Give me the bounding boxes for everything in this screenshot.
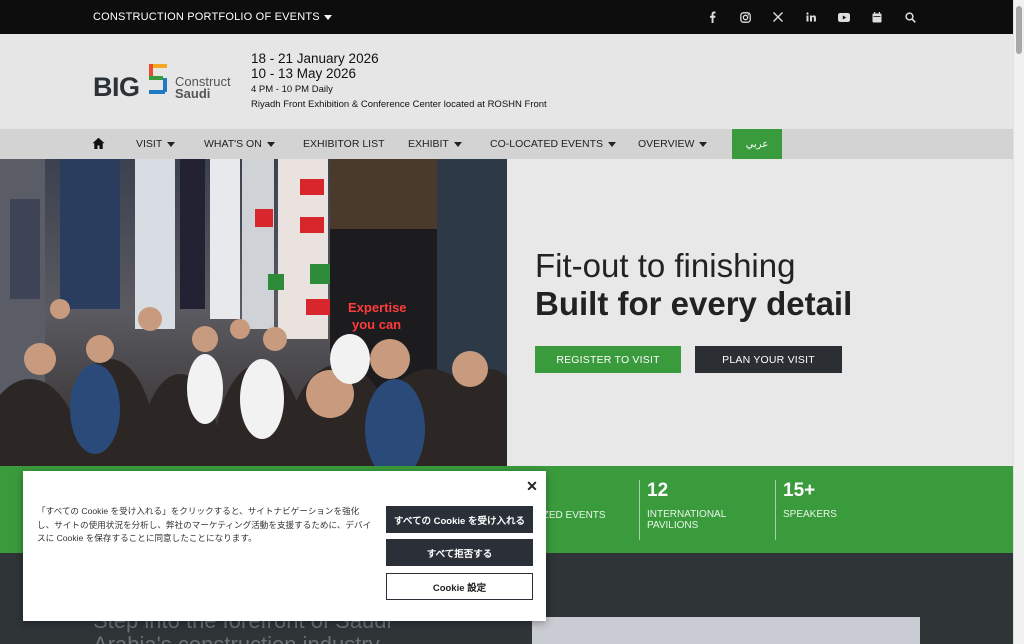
stat-label: IZED EVENTS bbox=[540, 510, 606, 521]
top-bar: CONSTRUCTION PORTFOLIO OF EVENTS bbox=[0, 0, 1013, 34]
cookie-consent-text: 「すべての Cookie を受け入れる」をクリックすると、サイトナビゲーションを… bbox=[37, 506, 372, 543]
caret-down-icon bbox=[699, 141, 708, 147]
plan-your-visit-button[interactable]: PLAN YOUR VISIT bbox=[695, 346, 842, 373]
close-icon[interactable]: ✕ bbox=[526, 478, 538, 494]
social-icons bbox=[705, 9, 917, 25]
big5-logo[interactable]: BIG Construct Saudi bbox=[93, 64, 233, 104]
stat-label: SPEAKERS bbox=[783, 509, 837, 520]
linkedin-icon[interactable] bbox=[804, 9, 818, 25]
hero-headline-line2: Built for every detail bbox=[535, 285, 853, 322]
page-scrollbar[interactable] bbox=[1013, 0, 1024, 644]
x-icon[interactable] bbox=[771, 9, 785, 25]
nav-item-co-located-events[interactable]: CO-LOCATED EVENTS bbox=[490, 138, 616, 150]
caret-down-icon bbox=[323, 14, 332, 20]
nav-item-exhibitor-list[interactable]: EXHIBITOR LIST bbox=[303, 138, 385, 150]
youtube-icon[interactable] bbox=[837, 9, 851, 25]
svg-text:you can: you can bbox=[352, 317, 401, 332]
stat-number: 15+ bbox=[783, 480, 816, 501]
register-to-visit-button[interactable]: REGISTER TO VISIT bbox=[535, 346, 681, 373]
portfolio-label: CONSTRUCTION PORTFOLIO OF EVENTS bbox=[93, 11, 320, 23]
accept-all-cookies-button[interactable]: すべての Cookie を受け入れる bbox=[386, 506, 533, 533]
nav-item-label: OVERVIEW bbox=[638, 138, 695, 150]
hero-image: Expertise you can bbox=[0, 159, 507, 466]
nav-item-label: EXHIBITOR LIST bbox=[303, 138, 385, 150]
stat-speakers: 15+ SPEAKERS bbox=[775, 480, 885, 540]
hero-headline-line1: Fit-out to finishing bbox=[535, 247, 796, 284]
section-image bbox=[532, 617, 920, 644]
nav-item-label: EXHIBIT bbox=[408, 138, 449, 150]
nav-item-visit[interactable]: VISIT bbox=[136, 138, 176, 150]
reject-all-cookies-button[interactable]: すべて拒否する bbox=[386, 539, 533, 566]
nav-item-label: WHAT'S ON bbox=[204, 138, 262, 150]
search-icon[interactable] bbox=[903, 9, 917, 25]
instagram-icon[interactable] bbox=[738, 9, 752, 25]
scrollbar-thumb[interactable] bbox=[1016, 6, 1022, 54]
portfolio-dropdown[interactable]: CONSTRUCTION PORTFOLIO OF EVENTS bbox=[93, 11, 332, 23]
calendar-icon[interactable] bbox=[870, 9, 884, 25]
event-dates: 18 - 21 January 2026 10 - 13 May 2026 4 … bbox=[251, 51, 547, 110]
facebook-icon[interactable] bbox=[705, 9, 719, 25]
event-hours: 4 PM - 10 PM Daily bbox=[251, 84, 333, 95]
event-date-1: 18 - 21 January 2026 bbox=[251, 51, 379, 66]
stat-label: INTERNATIONAL PAVILIONS bbox=[647, 509, 726, 531]
event-venue: Riyadh Front Exhibition & Conference Cen… bbox=[251, 99, 547, 110]
logo-five-mark bbox=[149, 64, 167, 94]
nav-item-overview[interactable]: OVERVIEW bbox=[638, 138, 708, 150]
nav-item-label: CO-LOCATED EVENTS bbox=[490, 138, 603, 150]
nav-item-exhibit[interactable]: EXHIBIT bbox=[408, 138, 462, 150]
stat-number: 12 bbox=[647, 480, 669, 501]
cookie-settings-button[interactable]: Cookie 設定 bbox=[386, 573, 533, 600]
nav-item-whats-on[interactable]: WHAT'S ON bbox=[204, 138, 275, 150]
cookie-consent-dialog: ✕ 「すべての Cookie を受け入れる」をクリックすると、サイトナビゲーショ… bbox=[23, 471, 546, 621]
stat-events: IZED EVENTS bbox=[540, 480, 606, 540]
language-arabic-button[interactable]: عربي bbox=[732, 129, 782, 159]
caret-down-icon bbox=[266, 141, 275, 147]
hero-photo: Expertise you can bbox=[0, 159, 507, 466]
caret-down-icon bbox=[608, 141, 616, 147]
hero-image-text: Expertise bbox=[348, 300, 407, 315]
logo-saudi-text: Saudi bbox=[175, 86, 211, 101]
stat-pavilions: 12 INTERNATIONAL PAVILIONS bbox=[639, 480, 749, 540]
nav-item-label: VISIT bbox=[136, 138, 163, 150]
event-date-2: 10 - 13 May 2026 bbox=[251, 66, 357, 81]
site-header: BIG Construct Saudi 18 - 21 January 2026… bbox=[0, 34, 1013, 129]
home-icon[interactable] bbox=[92, 137, 105, 150]
logo-big-text: BIG bbox=[93, 72, 140, 102]
caret-down-icon bbox=[453, 141, 462, 147]
caret-down-icon bbox=[167, 141, 176, 147]
main-nav: VISIT WHAT'S ON EXHIBITOR LIST EXHIBIT C… bbox=[0, 129, 1013, 159]
hero-content: Fit-out to finishing Built for every det… bbox=[507, 159, 1013, 466]
